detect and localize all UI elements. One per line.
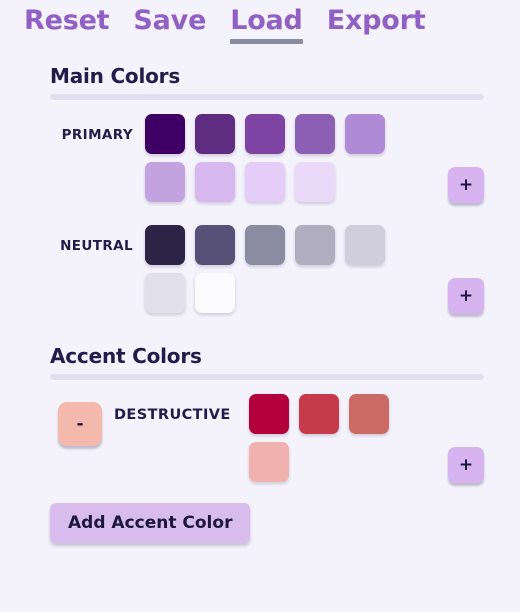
color-group-primary: PRIMARY + [50,114,484,203]
color-swatch[interactable] [195,114,235,154]
color-swatch[interactable] [195,273,235,313]
color-group-destructive-label: DESTRUCTIVE [114,407,231,423]
main-colors-divider [50,94,484,100]
main-colors-title: Main Colors [50,64,181,88]
color-group-destructive: - DESTRUCTIVE + [50,394,484,483]
color-swatch[interactable] [345,225,385,265]
remove-destructive-group-button[interactable]: - [58,402,102,446]
footer-actions: Add Accent Color [0,489,520,543]
color-group-neutral: NEUTRAL + [50,225,484,314]
color-swatch[interactable] [245,114,285,154]
color-swatch[interactable] [295,162,335,202]
color-swatch[interactable] [195,225,235,265]
color-group-destructive-swatches [248,394,399,482]
top-navigation-bar: Reset Save Load Export [0,0,520,48]
color-swatch[interactable] [248,394,289,434]
nav-item-save-label: Save [133,5,207,36]
add-neutral-shade-button[interactable]: + [448,278,484,314]
color-swatch[interactable] [345,114,385,154]
accent-colors-title: Accent Colors [50,344,202,368]
color-swatch[interactable] [295,114,335,154]
color-swatch[interactable] [145,273,185,313]
color-swatch[interactable] [295,225,335,265]
accent-colors-section: Accent Colors - DESTRUCTIVE + [0,344,520,483]
nav-item-reset[interactable]: Reset [22,4,111,44]
accent-colors-divider [50,374,484,380]
primary-add-slot: + [448,114,484,203]
color-group-neutral-label: NEUTRAL [60,238,133,254]
color-swatch[interactable] [248,442,289,482]
add-primary-shade-button[interactable]: + [448,167,484,203]
color-swatch[interactable] [245,225,285,265]
color-swatch[interactable] [145,114,185,154]
nav-item-load-label: Load [230,5,303,36]
nav-item-save[interactable]: Save [131,4,208,44]
add-destructive-shade-button[interactable]: + [448,447,484,483]
main-colors-section: Main Colors PRIMARY + NEUTRAL + [0,64,520,314]
nav-item-export[interactable]: Export [325,4,428,44]
color-group-neutral-swatches [145,225,395,313]
color-swatch[interactable] [348,394,389,434]
color-swatch[interactable] [145,225,185,265]
nav-item-reset-label: Reset [24,5,110,36]
color-swatch[interactable] [145,162,185,202]
destructive-remove-wrap: - [50,394,102,446]
neutral-add-slot: + [448,225,484,314]
color-group-primary-label: PRIMARY [61,127,133,143]
nav-item-export-label: Export [326,5,426,36]
color-group-primary-swatches [145,114,395,202]
color-swatch[interactable] [298,394,339,434]
add-accent-color-button[interactable]: Add Accent Color [50,503,251,543]
nav-item-load[interactable]: Load [228,4,305,44]
color-swatch[interactable] [245,162,285,202]
color-swatch[interactable] [195,162,235,202]
destructive-add-slot: + [448,394,484,483]
